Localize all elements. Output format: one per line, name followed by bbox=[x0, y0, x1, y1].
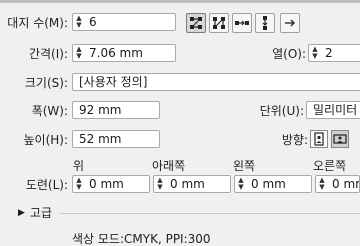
arrange-by-column-icon bbox=[262, 16, 268, 30]
spacing-label: 간격(I): bbox=[28, 47, 68, 61]
stepper-arrows-icon[interactable]: ▲ ▼ bbox=[73, 176, 85, 192]
width-field[interactable]: 92 mm bbox=[72, 101, 160, 119]
stepper-arrows-icon[interactable]: ▲ ▼ bbox=[309, 45, 321, 61]
top-divider bbox=[0, 0, 360, 3]
bleed-right-field[interactable]: ▲▼ 0 mm bbox=[315, 175, 360, 193]
height-field[interactable]: 52 mm bbox=[72, 130, 160, 148]
bleed-bottom-label: 아래쪽 bbox=[152, 159, 186, 173]
advanced-toggle[interactable]: ▶ 고급 bbox=[18, 206, 58, 220]
stepper-arrows-icon[interactable]: ▲ ▼ bbox=[73, 45, 85, 61]
size-dropdown[interactable]: [사용자 정의] bbox=[72, 73, 360, 91]
color-mode-info: 색상 모드:CMYK, PPI:300 bbox=[72, 232, 211, 246]
advanced-label: 고급 bbox=[29, 206, 53, 220]
bleed-bottom-field[interactable]: ▲ ▼ 0 mm bbox=[153, 175, 231, 193]
grid-by-column-button[interactable] bbox=[209, 13, 229, 33]
orientation-label: 방향: bbox=[281, 133, 308, 147]
units-dropdown[interactable]: 밀리미터 bbox=[306, 101, 360, 119]
artboard-count-field[interactable]: ▲ ▼ 6 bbox=[72, 13, 176, 31]
stepper-arrows-icon[interactable]: ▲ ▼ bbox=[316, 176, 328, 192]
landscape-button[interactable] bbox=[331, 130, 349, 148]
grid-by-row-button[interactable] bbox=[186, 13, 206, 33]
bleed-left-field[interactable]: ▲ ▼ 0 mm bbox=[234, 175, 312, 193]
columns-label: 열(O): bbox=[272, 47, 306, 61]
units-label: 단위(U): bbox=[259, 104, 304, 118]
stepper-arrows-icon[interactable]: ▲ ▼ bbox=[235, 176, 247, 192]
height-label: 높이(H): bbox=[23, 133, 68, 147]
landscape-icon bbox=[333, 134, 347, 144]
portrait-icon bbox=[314, 132, 324, 146]
bleed-top-label: 위 bbox=[73, 159, 85, 173]
stepper-arrows-icon[interactable]: ▲ ▼ bbox=[73, 14, 85, 30]
right-to-left-icon bbox=[285, 19, 295, 27]
bleed-top-field[interactable]: ▲ ▼ 0 mm bbox=[72, 175, 150, 193]
spacing-field[interactable]: ▲ ▼ 7.06 mm bbox=[72, 44, 176, 62]
right-to-left-button[interactable] bbox=[280, 13, 300, 33]
size-label: 크기(S): bbox=[24, 76, 68, 90]
portrait-button[interactable] bbox=[310, 130, 328, 148]
bleed-left-label: 왼쪽 bbox=[233, 159, 256, 173]
stepper-arrows-icon[interactable]: ▲ ▼ bbox=[154, 176, 166, 192]
artboard-count-label: 대지 수(M): bbox=[7, 16, 68, 30]
advanced-divider bbox=[60, 213, 360, 214]
bleed-label: 도련(L): bbox=[25, 178, 68, 192]
arrange-by-row-icon bbox=[235, 20, 249, 26]
arrange-by-row-button[interactable] bbox=[232, 13, 252, 33]
bleed-right-label: 오른쪽 bbox=[313, 159, 347, 173]
grid-by-row-icon bbox=[190, 17, 202, 29]
width-label: 폭(W): bbox=[31, 104, 68, 118]
arrange-by-column-button[interactable] bbox=[255, 13, 275, 33]
grid-by-column-icon bbox=[213, 17, 225, 29]
disclosure-triangle-icon: ▶ bbox=[18, 208, 25, 218]
columns-field[interactable]: ▲ ▼ 2 bbox=[308, 44, 360, 62]
